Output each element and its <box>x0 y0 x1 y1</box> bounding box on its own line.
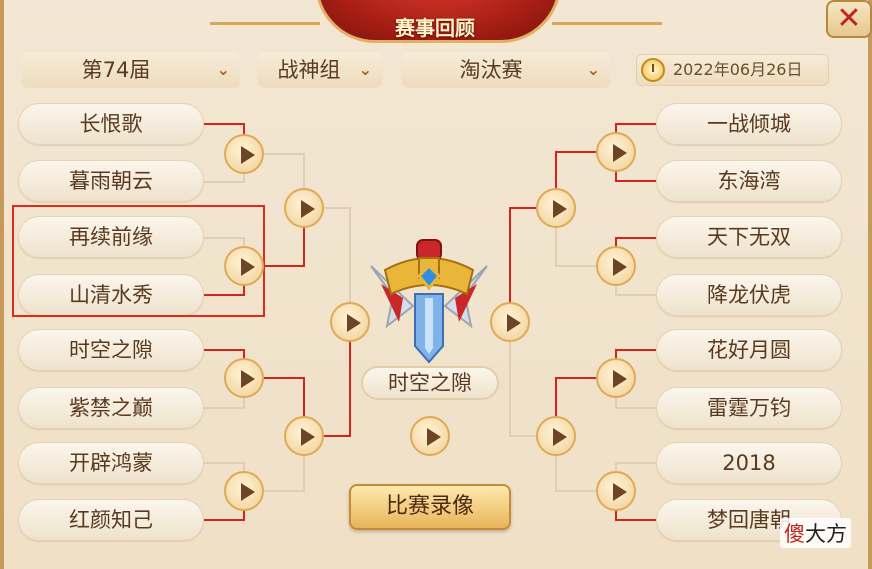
team-slot-left-6[interactable]: 紫禁之巅 <box>18 387 204 429</box>
watermark-part1: 傻 <box>784 522 805 546</box>
team-slot-right-1[interactable]: 一战倾城 <box>656 103 842 145</box>
team-slot-left-8[interactable]: 红颜知己 <box>18 499 204 541</box>
team-slot-right-5[interactable]: 花好月圆 <box>656 329 842 371</box>
team-slot-right-2[interactable]: 东海湾 <box>656 160 842 202</box>
play-replay-button[interactable] <box>284 416 324 456</box>
team-slot-left-7[interactable]: 开辟鸿蒙 <box>18 442 204 484</box>
champion-name: 时空之隙 <box>361 366 499 400</box>
play-replay-button[interactable] <box>536 188 576 228</box>
play-replay-button[interactable] <box>284 188 324 228</box>
play-replay-button[interactable] <box>224 358 264 398</box>
team-slot-left-2[interactable]: 暮雨朝云 <box>18 160 204 202</box>
play-replay-button[interactable] <box>596 132 636 172</box>
tournament-review-panel: 赛事回顾 ✕ 第74届 ⌄ 战神组 ⌄ 淘汰赛 ⌄ 2022年06月26日 长恨… <box>0 0 872 569</box>
play-replay-button[interactable] <box>536 416 576 456</box>
play-replay-button[interactable] <box>490 302 530 342</box>
team-slot-left-1[interactable]: 长恨歌 <box>18 103 204 145</box>
team-slot-right-6[interactable]: 雷霆万钧 <box>656 387 842 429</box>
play-replay-button[interactable] <box>596 358 636 398</box>
play-replay-button[interactable] <box>224 246 264 286</box>
team-slot-right-7[interactable]: 2018 <box>656 442 842 484</box>
watermark: 傻大方 <box>780 518 851 548</box>
champion-trophy-icon <box>370 239 488 364</box>
play-replay-button[interactable] <box>596 471 636 511</box>
play-final-button[interactable] <box>410 416 450 456</box>
play-replay-button[interactable] <box>224 471 264 511</box>
team-slot-right-4[interactable]: 降龙伏虎 <box>656 274 842 316</box>
play-replay-button[interactable] <box>596 246 636 286</box>
team-slot-right-3[interactable]: 天下无双 <box>656 216 842 258</box>
watermark-part2: 大方 <box>805 522 847 546</box>
team-slot-left-5[interactable]: 时空之隙 <box>18 329 204 371</box>
match-recording-button[interactable]: 比赛录像 <box>349 484 511 530</box>
play-replay-button[interactable] <box>224 134 264 174</box>
